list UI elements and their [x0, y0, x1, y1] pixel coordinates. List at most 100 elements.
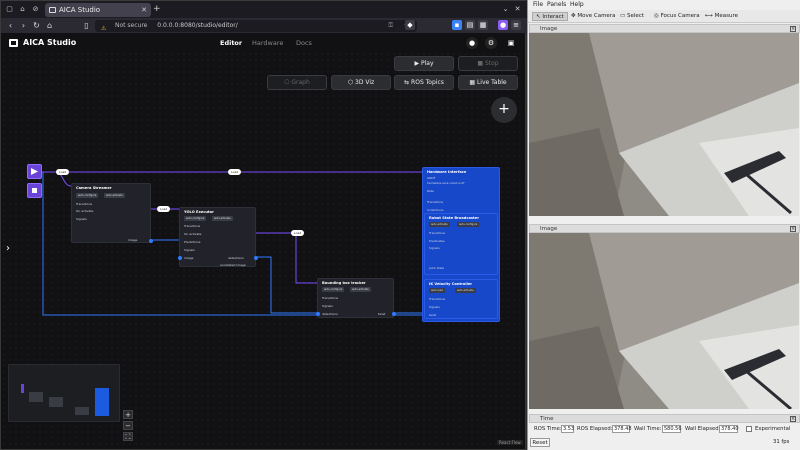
close-panel-icon[interactable]: × [790, 26, 796, 32]
tool-label: Measure [714, 13, 739, 19]
tool-select[interactable]: ▭ Select [617, 12, 647, 21]
wall-time-field[interactable]: 580.56 [662, 425, 682, 433]
node-row: On activate [184, 232, 202, 236]
menu-file[interactable]: File [533, 1, 543, 8]
minimap-node [49, 397, 63, 407]
minimap-node [29, 392, 43, 402]
firefox-view-icon[interactable]: ⌂ [18, 5, 27, 14]
permissions-icon[interactable]: ⚿ [388, 20, 393, 32]
chip[interactable]: auto-load [429, 288, 445, 293]
container-tab-icon[interactable]: ⊘ [31, 5, 40, 14]
node-row: Signals [322, 304, 333, 308]
close-window-icon[interactable]: ✕ [513, 5, 522, 14]
ros-elapsed-field[interactable]: 378.48 [612, 425, 632, 433]
node-title: Hardware Interface [427, 170, 467, 174]
output-port[interactable] [392, 312, 396, 316]
chip[interactable]: auto-activate [455, 288, 476, 293]
reader-icon[interactable]: ▦ [478, 20, 488, 30]
wall-elapsed-field[interactable]: 378.40 [719, 425, 739, 433]
zoom-in-button[interactable]: + [123, 410, 133, 419]
close-panel-icon[interactable]: × [790, 416, 796, 422]
tool-label: Focus Camera [660, 13, 700, 19]
shield-icon[interactable]: ◆ [405, 20, 415, 30]
reset-button[interactable]: Reset [530, 438, 550, 447]
new-tab-icon[interactable]: + [153, 4, 161, 14]
chip[interactable]: auto-activate [350, 287, 371, 292]
ros-time-label: ROS Time: [534, 426, 562, 432]
node-row: Transitions [429, 297, 446, 301]
tab-favicon-icon [49, 7, 56, 13]
node-row: Signals [429, 246, 440, 250]
camera-image-view-2[interactable] [529, 233, 799, 409]
node-row: image [128, 238, 138, 242]
node-row: Signals [184, 248, 195, 252]
tool-move-camera[interactable]: ✥ Move Camera [568, 12, 618, 21]
ros-time-field[interactable]: 3.53 [561, 425, 574, 433]
menu-help[interactable]: Help [570, 1, 584, 8]
robot-state-broadcaster-node[interactable]: Robot State Broadcaster auto-activate au… [424, 213, 498, 275]
output-port[interactable] [254, 256, 258, 260]
fps-readout: 31 fps [773, 439, 790, 445]
chip[interactable]: auto-configure [322, 287, 345, 292]
tab-title: AICA Studio [59, 6, 101, 14]
minimap[interactable] [8, 364, 120, 422]
detections-edge [256, 256, 317, 314]
close-panel-icon[interactable]: × [790, 226, 796, 232]
tab-aica-studio[interactable]: AICA Studio ✕ [45, 3, 151, 17]
node-title: Camera Streamer [76, 186, 112, 190]
forward-icon[interactable]: › [18, 20, 29, 31]
image-panel-header: Image × [529, 224, 800, 233]
node-title: IK Velocity Controller [429, 282, 473, 286]
chip[interactable]: auto-configure [76, 193, 99, 198]
chip[interactable]: auto-activate [429, 222, 450, 227]
input-port[interactable] [178, 256, 182, 260]
input-port[interactable] [316, 312, 320, 316]
close-tab-icon[interactable]: ✕ [141, 3, 147, 17]
tool-measure[interactable]: ⟷ Measure [702, 12, 741, 21]
window-menu-icon[interactable]: ▢ [5, 5, 14, 14]
camera-streamer-node[interactable]: Camera Streamer auto-configure auto-acti… [71, 183, 153, 243]
bookmark-icon[interactable]: ▯ [81, 20, 92, 31]
play-triangle-icon [31, 168, 38, 175]
node-row: Rate [427, 189, 434, 193]
tool-label: Interact [542, 14, 564, 20]
translate-icon[interactable]: ▤ [465, 20, 475, 30]
chip[interactable]: auto-configure [184, 216, 207, 221]
experimental-checkbox[interactable] [746, 426, 752, 432]
reload-icon[interactable]: ↻ [31, 20, 42, 31]
tool-interact[interactable]: ↖ Interact [532, 12, 568, 21]
chip[interactable]: auto-activate [104, 193, 125, 198]
url-bar[interactable]: ⚠ Not secure 0.0.0.0:8080/studio/editor/… [95, 20, 417, 32]
chip[interactable]: auto-activate [212, 216, 233, 221]
bounding-box-tracker-node[interactable]: Bounding box tracker auto-configure auto… [316, 278, 396, 318]
wall-time-label: Wall Time: [634, 426, 662, 432]
node-row: twist [429, 313, 437, 317]
node-row: Predicates [429, 239, 445, 243]
react-flow-attribution[interactable]: React Flow [497, 440, 523, 445]
zoom-out-button[interactable]: − [123, 421, 133, 430]
node-row: Collections [427, 208, 444, 212]
profile-icon[interactable]: ● [498, 20, 508, 30]
list-tabs-icon[interactable]: ⌄ [501, 5, 510, 14]
ik-velocity-controller-node[interactable]: IK Velocity Controller auto-load auto-ac… [424, 279, 498, 319]
node-row: Transitions [184, 224, 201, 228]
camera-image-view-1[interactable] [529, 33, 799, 216]
not-secure-label: Not secure [115, 22, 148, 29]
fit-view-button[interactable]: ⛶ [123, 432, 133, 441]
tool-focus-camera[interactable]: ◎ Focus Camera [651, 12, 703, 21]
yolo-executor-node[interactable]: YOLO Executor auto-configure auto-activa… [178, 207, 258, 267]
home-icon[interactable]: ⌂ [44, 20, 55, 31]
experimental-label: Experimental [755, 426, 791, 432]
node-row: URDF [427, 176, 436, 180]
node-row: joint state [429, 266, 445, 270]
extension-icon[interactable]: ▪ [452, 20, 462, 30]
app-menu-icon[interactable]: ≡ [511, 20, 521, 30]
back-icon[interactable]: ‹ [5, 20, 16, 31]
chip[interactable]: auto-configure [457, 222, 480, 227]
ros-elapsed-label: ROS Elapsed: [577, 426, 613, 432]
time-panel: Time × ROS Time: 3.53 ROS Elapsed: 378.4… [528, 414, 800, 450]
menu-panels[interactable]: Panels [547, 1, 566, 8]
minimap-triggers [21, 384, 24, 393]
node-row: detections [228, 256, 244, 260]
output-port[interactable] [149, 239, 153, 243]
